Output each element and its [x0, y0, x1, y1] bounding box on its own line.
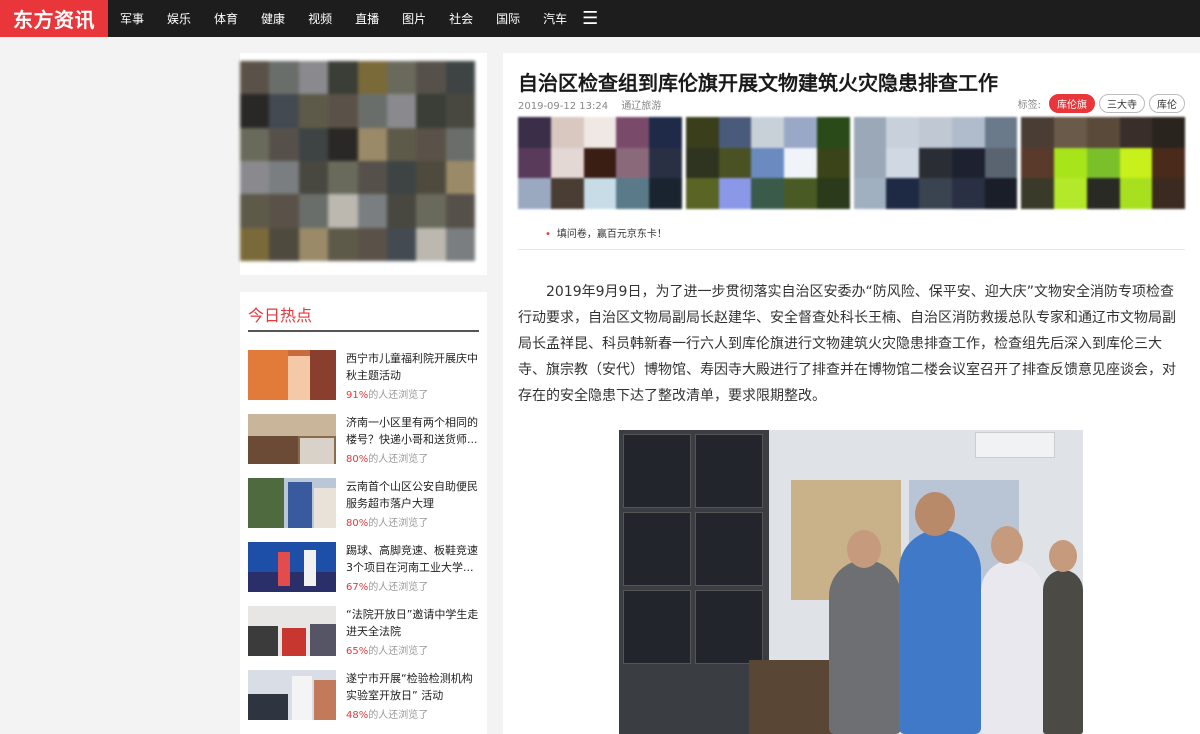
- tag-sandasi[interactable]: 三大寺: [1099, 94, 1145, 113]
- hot-news-headline[interactable]: 踢球、高脚竞速、板鞋竞速3个项目在河南工业大学...: [346, 542, 479, 576]
- hot-news-thumbnail[interactable]: [248, 414, 336, 464]
- top-nav-bar: 东方资讯 军事 娱乐 体育 健康 视频 直播 图片 社会 国际 汽车 ☰: [0, 0, 1200, 37]
- tags-label: 标签:: [1017, 100, 1041, 111]
- article-tags: 标签: 库伦旗 三大寺 库伦: [1018, 94, 1185, 113]
- ad-strip-image[interactable]: [685, 117, 850, 209]
- hot-news-item[interactable]: 云南首个山区公安自助便民服务超市落户大理 80%的人还浏览了: [248, 478, 479, 542]
- hot-news-item[interactable]: 遂宁市开展“检验检测机构实验室开放日” 活动 48%的人还浏览了: [248, 670, 479, 734]
- hot-news-meta: 65%的人还浏览了: [346, 646, 429, 657]
- hot-news-headline[interactable]: 济南一小区里有两个相同的楼号？快递小哥和送货师...: [346, 414, 479, 448]
- nav-item-entertainment[interactable]: 娱乐: [155, 0, 202, 37]
- nav-item-video[interactable]: 视频: [296, 0, 343, 37]
- site-logo[interactable]: 东方资讯: [0, 0, 108, 37]
- divider: [518, 249, 1185, 250]
- tag-kulun[interactable]: 库伦: [1149, 94, 1185, 113]
- nav-item-auto[interactable]: 汽车: [531, 0, 578, 37]
- article-title: 自治区检查组到库伦旗开展文物建筑火灾隐患排查工作: [518, 71, 998, 95]
- hot-news-headline[interactable]: 遂宁市开展“检验检测机构实验室开放日” 活动: [346, 670, 479, 704]
- sidebar-ad-card[interactable]: [240, 53, 487, 275]
- nav-item-society[interactable]: 社会: [437, 0, 484, 37]
- hot-news-thumbnail[interactable]: [248, 478, 336, 528]
- hot-news-thumbnail[interactable]: [248, 542, 336, 592]
- hot-news-meta: 80%的人还浏览了: [346, 454, 429, 465]
- nav-item-pictures[interactable]: 图片: [390, 0, 437, 37]
- ad-strip-image[interactable]: [853, 117, 1018, 209]
- hot-news-item[interactable]: “法院开放日”邀请中学生走进天全法院 65%的人还浏览了: [248, 606, 479, 670]
- hot-news-meta: 67%的人还浏览了: [346, 582, 429, 593]
- pixelated-ad-image[interactable]: [240, 61, 475, 261]
- article-panel: 自治区检查组到库伦旗开展文物建筑火灾隐患排查工作 2019-09-12 13:2…: [503, 53, 1200, 734]
- article-date: 2019-09-12 13:24: [518, 101, 609, 112]
- hot-news-meta: 80%的人还浏览了: [346, 518, 429, 529]
- article-photo[interactable]: [619, 430, 1083, 734]
- hot-news-meta: 91%的人还浏览了: [346, 390, 429, 401]
- nav-item-international[interactable]: 国际: [484, 0, 531, 37]
- hot-news-thumbnail[interactable]: [248, 670, 336, 720]
- hot-news-title: 今日热点: [248, 302, 479, 332]
- hot-news-panel: 今日热点 西宁市儿童福利院开展庆中秋主题活动 91%的人还浏览了 济南一小区里有…: [240, 292, 487, 734]
- bullet-dot-icon: •: [545, 229, 551, 240]
- hot-news-item[interactable]: 踢球、高脚竞速、板鞋竞速3个项目在河南工业大学... 67%的人还浏览了: [248, 542, 479, 606]
- hot-news-headline[interactable]: 云南首个山区公安自助便民服务超市落户大理: [346, 478, 479, 512]
- nav-item-military[interactable]: 军事: [108, 0, 155, 37]
- hot-news-list: 西宁市儿童福利院开展庆中秋主题活动 91%的人还浏览了 济南一小区里有两个相同的…: [248, 350, 479, 734]
- ad-strip-image[interactable]: [1021, 117, 1185, 209]
- hot-news-thumbnail[interactable]: [248, 350, 336, 400]
- hot-news-thumbnail[interactable]: [248, 606, 336, 656]
- hot-news-meta: 48%的人还浏览了: [346, 710, 429, 721]
- tag-kulunqi[interactable]: 库伦旗: [1049, 94, 1095, 113]
- article-body: 2019年9月9日，为了进一步贯彻落实自治区安委办“防风险、保平安、迎大庆”文物…: [518, 284, 1176, 404]
- article-meta: 2019-09-12 13:24 通辽旅游: [518, 97, 671, 112]
- hot-news-headline[interactable]: 西宁市儿童福利院开展庆中秋主题活动: [346, 350, 479, 384]
- ad-strip-image[interactable]: [518, 117, 682, 209]
- nav-item-health[interactable]: 健康: [249, 0, 296, 37]
- nav-item-live[interactable]: 直播: [343, 0, 390, 37]
- hot-news-headline[interactable]: “法院开放日”邀请中学生走进天全法院: [346, 606, 479, 640]
- menu-icon[interactable]: ☰: [578, 8, 598, 29]
- article-source[interactable]: 通辽旅游: [621, 101, 661, 112]
- hot-news-item[interactable]: 济南一小区里有两个相同的楼号？快递小哥和送货师... 80%的人还浏览了: [248, 414, 479, 478]
- pixelated-ad-strip[interactable]: [518, 117, 1185, 209]
- survey-promo-link[interactable]: • 填问卷，赢百元京东卡！: [545, 225, 667, 240]
- hot-news-item[interactable]: 西宁市儿童福利院开展庆中秋主题活动 91%的人还浏览了: [248, 350, 479, 414]
- nav-item-sports[interactable]: 体育: [202, 0, 249, 37]
- channel-nav: 军事 娱乐 体育 健康 视频 直播 图片 社会 国际 汽车 ☰: [108, 0, 598, 37]
